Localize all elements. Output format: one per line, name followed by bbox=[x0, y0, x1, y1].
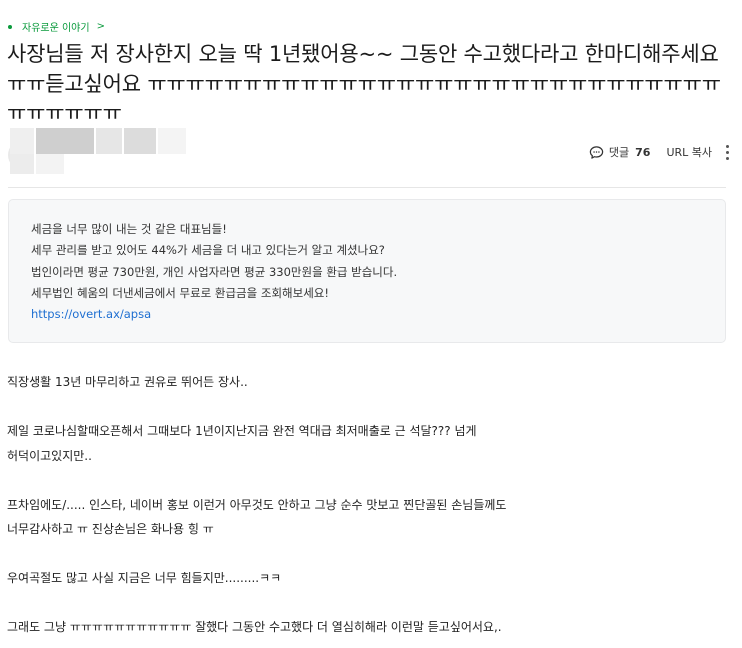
board-name: 자유로운 이야기 bbox=[22, 23, 90, 34]
comment-button[interactable]: 댓글 76 bbox=[589, 144, 651, 160]
comment-count: 76 bbox=[635, 145, 651, 159]
more-options-icon[interactable] bbox=[724, 144, 730, 160]
notice-line: 법인이라면 평균 730만원, 개인 사업자라면 평균 330만원을 환급 받습… bbox=[31, 264, 398, 279]
body-paragraph: 직장생활 13년 마무리하고 권유로 뛰어든 장사.. bbox=[7, 375, 248, 389]
copy-url-button[interactable]: URL 복사 bbox=[666, 144, 712, 160]
board-dot-icon bbox=[8, 24, 12, 29]
blurred-author-info bbox=[96, 128, 122, 154]
chevron-right-icon: > bbox=[96, 21, 105, 32]
comment-label: 댓글 bbox=[608, 146, 630, 159]
body-paragraph: 그래도 그냥 ㅠㅠㅠㅠㅠㅠㅠㅠㅠㅠㅠ 잘했다 그동안 수고했다 더 열심히해라 … bbox=[7, 620, 502, 634]
notice-line: 세무법인 혜움의 더낸세금에서 무료로 환급금을 조회해보세요! bbox=[31, 285, 329, 300]
blurred-author-info bbox=[10, 154, 34, 174]
board-link[interactable]: 자유로운 이야기 > bbox=[8, 19, 105, 34]
divider bbox=[8, 187, 726, 188]
blurred-author-info bbox=[158, 128, 186, 154]
post-actions: 댓글 76 URL 복사 bbox=[589, 144, 730, 160]
notice-line: 세무 관리를 받고 있어도 44%가 세금을 더 내고 있다는거 알고 계셨나요… bbox=[31, 243, 385, 258]
comment-bubble-icon bbox=[589, 145, 604, 159]
blurred-author-info bbox=[36, 128, 94, 154]
author-row: 댓글 76 URL 복사 bbox=[8, 128, 730, 178]
blurred-author-info bbox=[10, 128, 34, 154]
body-paragraph: 프차임에도/..... 인스타, 네이버 홍보 이런거 아무것도 안하고 그냥 … bbox=[7, 497, 507, 512]
notice-line: 세금을 너무 많이 내는 것 같은 대표님들! bbox=[31, 222, 227, 236]
post-body: 직장생활 13년 마무리하고 권유로 뛰어든 장사.. 제일 코로나심할때오픈해… bbox=[7, 370, 731, 640]
body-paragraph: 허덕이고있지만.. bbox=[7, 448, 92, 463]
body-paragraph: 너무감사하고 ㅠ 진상손님은 화나용 힝 ㅠ bbox=[7, 522, 214, 536]
body-paragraph: 제일 코로나심할때오픈해서 그때보다 1년이지난지금 완전 역대급 최저매출로 … bbox=[7, 424, 477, 438]
post-title: 사장님들 저 장사한지 오늘 딱 1년됐어용~~ 그동안 수고했다라고 한마디해… bbox=[7, 42, 721, 125]
body-paragraph: 우여곡절도 많고 사실 지금은 너무 힘들지만.........ㅋㅋ bbox=[7, 571, 282, 585]
sponsored-notice: 세금을 너무 많이 내는 것 같은 대표님들! 세무 관리를 받고 있어도 44… bbox=[8, 199, 726, 343]
notice-link[interactable]: https://overt.ax/apsa bbox=[31, 304, 703, 325]
blurred-author-info bbox=[36, 154, 64, 174]
blurred-author-info bbox=[124, 128, 156, 154]
